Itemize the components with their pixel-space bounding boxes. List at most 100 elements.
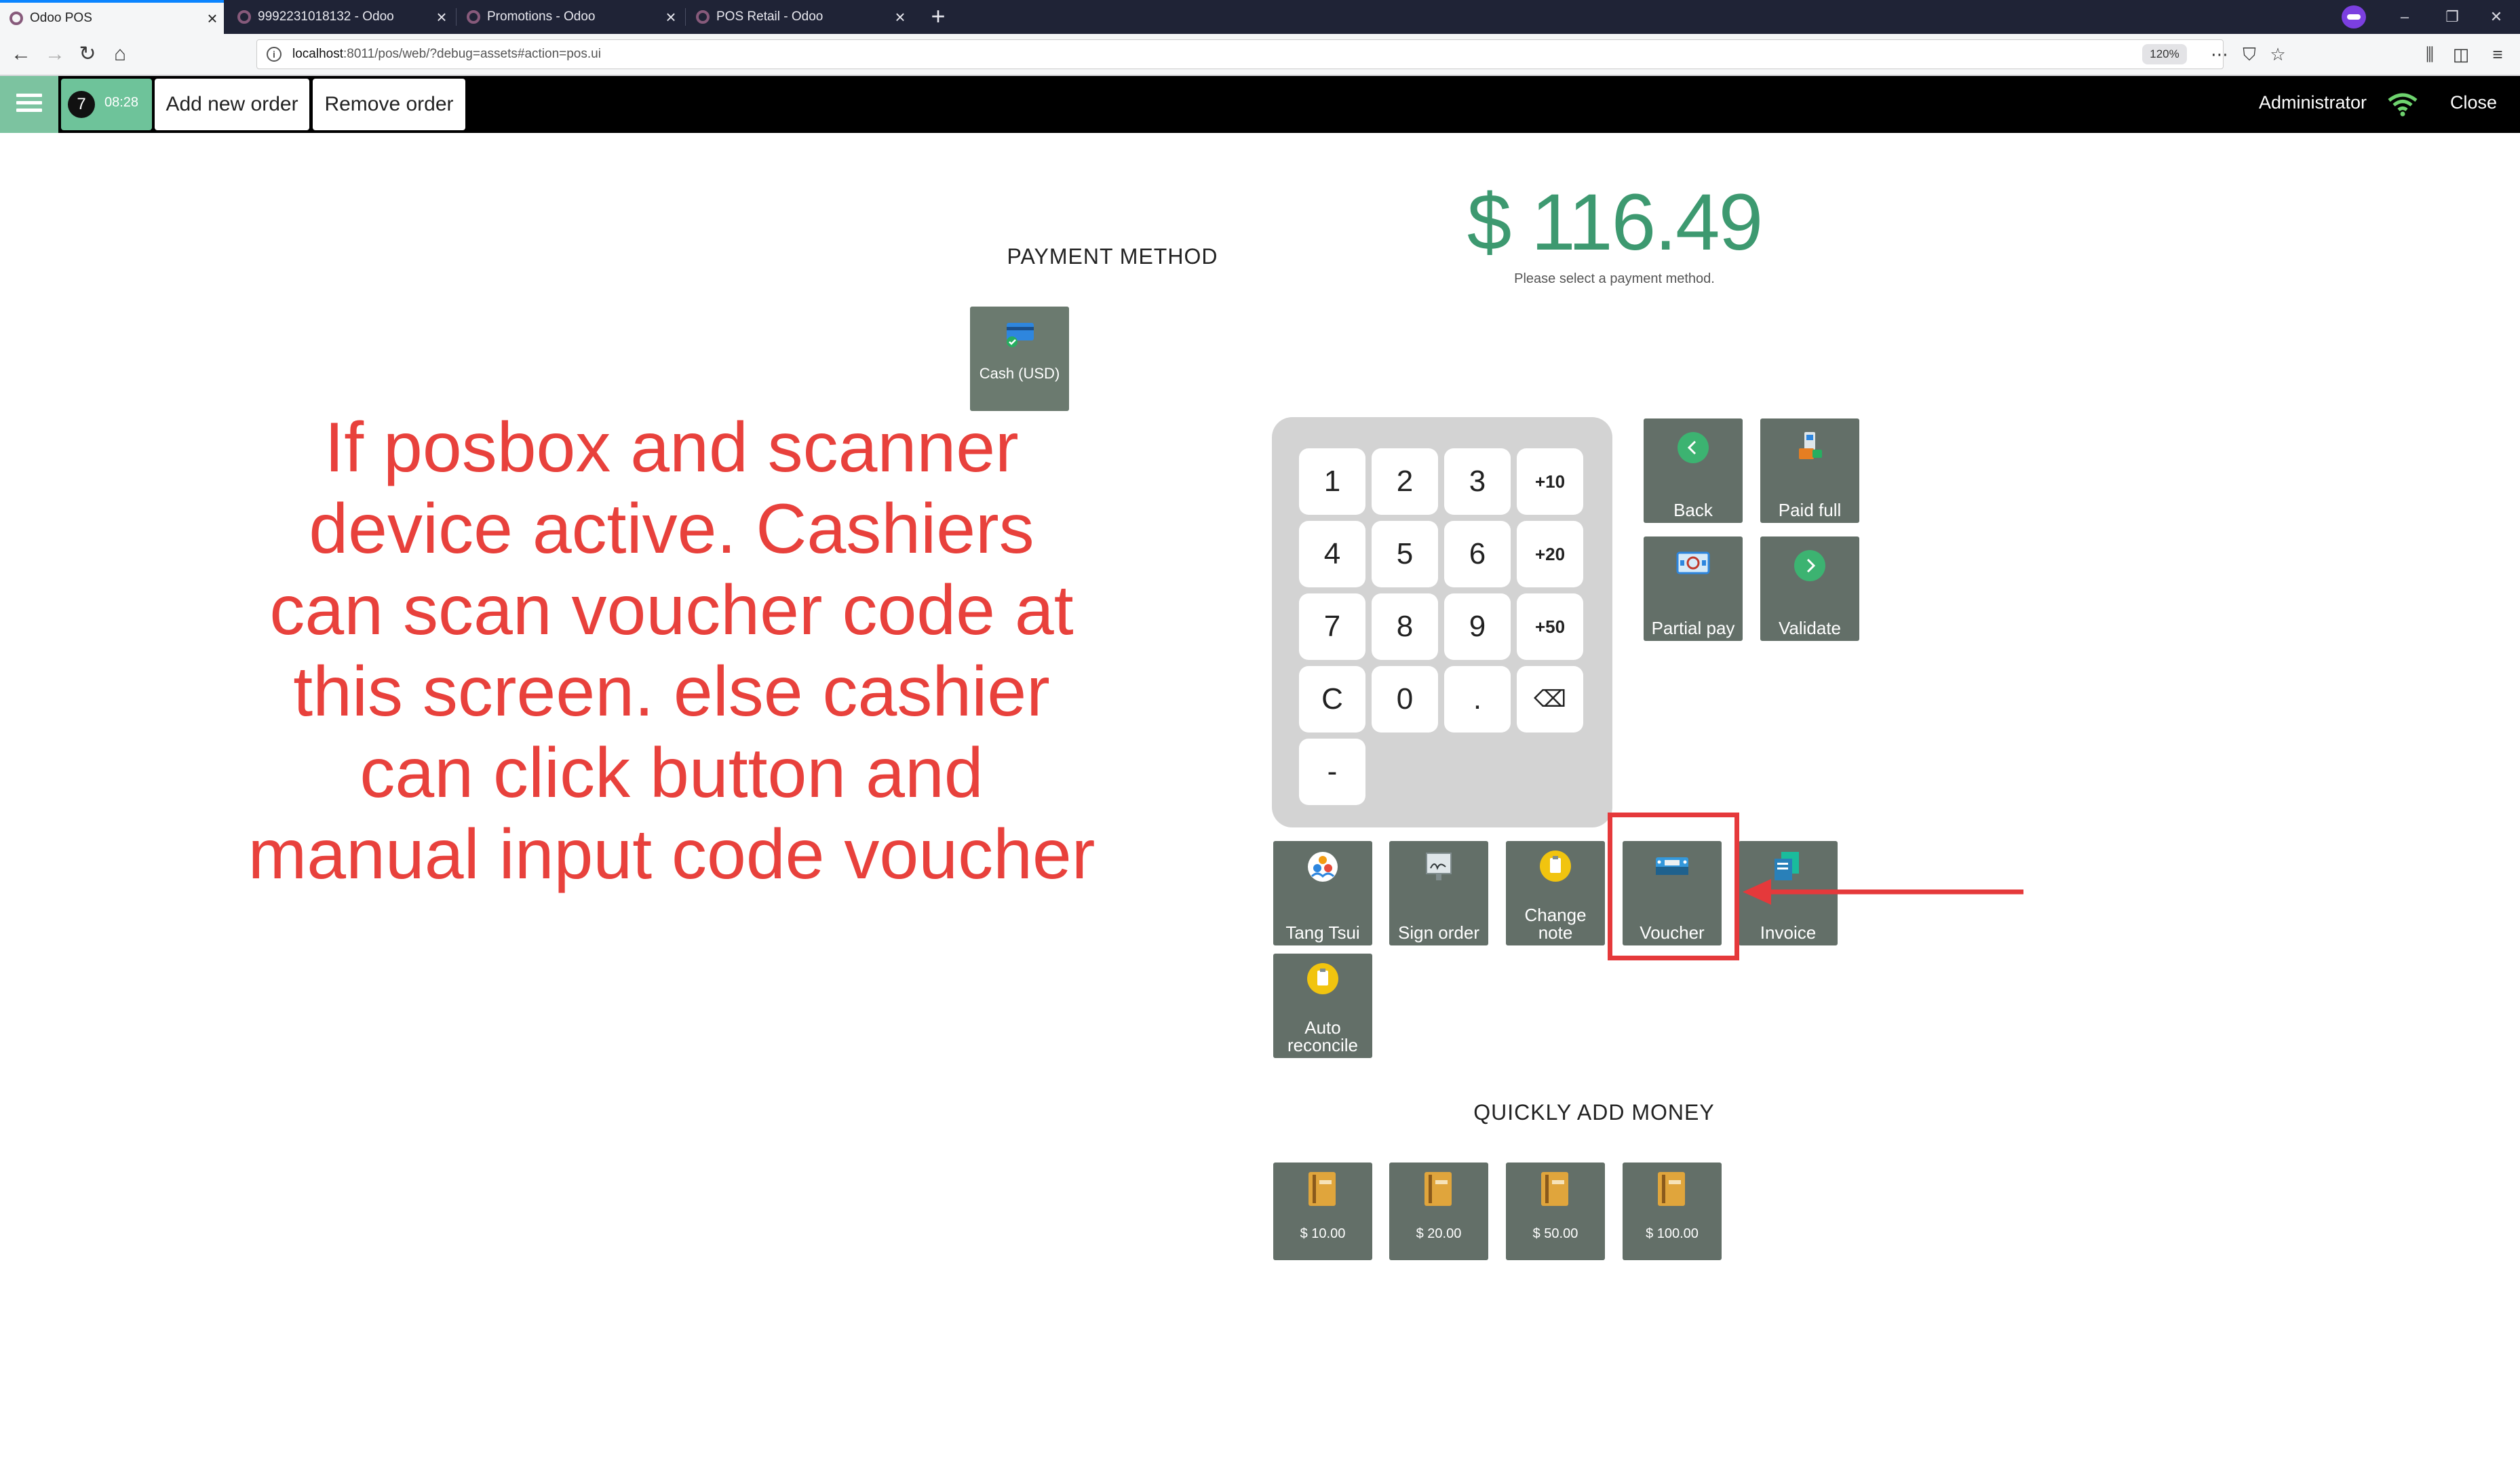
payment-total: $ 116.49 xyxy=(1467,178,1764,267)
cash-usd-payment-button[interactable]: Cash (USD) xyxy=(970,307,1069,411)
browser-tab-odoo-pos[interactable]: Odoo POS × xyxy=(0,0,224,34)
partial-pay-button[interactable]: Partial pay xyxy=(1644,536,1743,641)
odoo-favicon-icon xyxy=(696,10,710,24)
annotation-line: this screen. else cashier xyxy=(293,652,1050,731)
browser-tab-promotions[interactable]: Promotions - Odoo × xyxy=(457,0,682,34)
partial-pay-label: Partial pay xyxy=(1651,618,1735,638)
odoo-favicon-icon xyxy=(9,12,23,25)
pos-header: 7 08:28 Add new order Remove order Admin… xyxy=(0,76,2520,133)
signature-board-icon xyxy=(1426,853,1452,880)
sign-order-button[interactable]: Sign order xyxy=(1389,841,1488,945)
customer-button[interactable]: Tang Tsui xyxy=(1273,841,1372,945)
restore-window-icon[interactable]: ❐ xyxy=(2428,0,2476,34)
close-tab-icon[interactable]: × xyxy=(430,7,453,28)
chevron-left-icon xyxy=(1678,432,1709,463)
annotation-arrow-icon xyxy=(1743,879,2023,905)
customer-name-label: Tang Tsui xyxy=(1285,922,1360,943)
validate-button[interactable]: Validate xyxy=(1760,536,1859,641)
forward-arrow-icon[interactable]: → xyxy=(38,34,72,75)
reload-icon[interactable]: ↻ xyxy=(71,34,104,75)
page-actions-icon[interactable]: ⋯ xyxy=(2205,34,2234,75)
money-book-icon xyxy=(1424,1172,1452,1206)
library-icon[interactable]: ⫼ xyxy=(2415,34,2445,75)
annotation-line: device active. Cashiers xyxy=(309,490,1034,568)
paid-full-button[interactable]: Paid full xyxy=(1760,418,1859,523)
odoo-favicon-icon xyxy=(467,10,480,24)
change-note-label-line2: note xyxy=(1538,922,1573,943)
quick-add-100-button[interactable]: $ 100.00 xyxy=(1623,1163,1722,1260)
zoom-level-badge[interactable]: 120% xyxy=(2142,44,2187,64)
numpad-key-minus[interactable]: - xyxy=(1299,739,1365,805)
pocket-icon[interactable]: ⛉ xyxy=(2234,34,2264,75)
hamburger-menu-icon[interactable]: ≡ xyxy=(2483,34,2513,75)
quick-add-10-button[interactable]: $ 10.00 xyxy=(1273,1163,1372,1260)
sidebar-icon[interactable]: ◫ xyxy=(2446,34,2476,75)
back-arrow-icon[interactable]: ← xyxy=(4,34,38,75)
numpad-key-clear[interactable]: C xyxy=(1299,666,1365,732)
close-pos-button[interactable]: Close xyxy=(2450,92,2497,113)
browser-tab-pos-retail[interactable]: POS Retail - Odoo × xyxy=(686,0,912,34)
tab-separator xyxy=(456,8,457,26)
bookmark-star-icon[interactable]: ☆ xyxy=(2263,34,2293,75)
annotation-line: can click button and xyxy=(360,734,984,813)
pos-menu-button[interactable] xyxy=(0,76,58,133)
numpad-key-1[interactable]: 1 xyxy=(1299,448,1365,515)
numpad-key-9[interactable]: 9 xyxy=(1444,593,1511,660)
numpad-key-3[interactable]: 3 xyxy=(1444,448,1511,515)
browser-tab-product[interactable]: 9992231018132 - Odoo × xyxy=(228,0,453,34)
annotation-line: manual input code voucher xyxy=(248,815,1096,894)
quick-add-amount: $ 100.00 xyxy=(1646,1226,1699,1241)
order-tab[interactable]: 7 08:28 xyxy=(61,79,152,130)
numpad-key-plus20[interactable]: +20 xyxy=(1517,521,1583,587)
numpad-key-8[interactable]: 8 xyxy=(1372,593,1438,660)
money-book-icon xyxy=(1658,1172,1685,1206)
quick-add-amount: $ 10.00 xyxy=(1300,1226,1346,1241)
backspace-icon[interactable]: ⌫ xyxy=(1517,666,1583,732)
numpad-key-decimal[interactable]: . xyxy=(1444,666,1511,732)
money-book-icon xyxy=(1309,1172,1336,1206)
tab-label: Promotions - Odoo xyxy=(487,9,596,24)
back-label: Back xyxy=(1673,500,1713,520)
numpad-key-4[interactable]: 4 xyxy=(1299,521,1365,587)
cash-card-icon xyxy=(1007,323,1034,347)
site-info-icon[interactable]: i xyxy=(267,47,282,62)
close-window-icon[interactable]: ✕ xyxy=(2473,0,2520,34)
wifi-status-icon xyxy=(2388,93,2418,117)
auto-reconcile-button[interactable]: Auto reconcile xyxy=(1273,954,1372,1058)
numpad-key-6[interactable]: 6 xyxy=(1444,521,1511,587)
home-icon[interactable]: ⌂ xyxy=(103,34,137,75)
auto-reconcile-label-line1: Auto xyxy=(1304,1017,1341,1038)
change-note-button[interactable]: Change note xyxy=(1506,841,1605,945)
new-tab-button[interactable]: + xyxy=(921,0,955,34)
money-book-icon xyxy=(1541,1172,1568,1206)
numpad-key-2[interactable]: 2 xyxy=(1372,448,1438,515)
chevron-right-icon xyxy=(1794,550,1825,581)
order-time: 08:28 xyxy=(104,95,139,110)
quick-add-20-button[interactable]: $ 20.00 xyxy=(1389,1163,1488,1260)
user-name[interactable]: Administrator xyxy=(2259,92,2367,113)
numpad-key-5[interactable]: 5 xyxy=(1372,521,1438,587)
close-tab-icon[interactable]: × xyxy=(659,7,682,28)
numpad-key-plus10[interactable]: +10 xyxy=(1517,448,1583,515)
annotation-line: If posbox and scanner xyxy=(324,408,1019,487)
quick-add-50-button[interactable]: $ 50.00 xyxy=(1506,1163,1605,1260)
change-note-label-line1: Change xyxy=(1524,905,1587,925)
annotation-line: can scan voucher code at xyxy=(269,571,1074,650)
back-button[interactable]: Back xyxy=(1644,418,1743,523)
add-new-order-button[interactable]: Add new order xyxy=(155,79,309,130)
close-tab-icon[interactable]: × xyxy=(201,8,224,29)
tab-separator xyxy=(685,8,686,26)
order-number: 7 xyxy=(68,91,95,118)
numpad-key-0[interactable]: 0 xyxy=(1372,666,1438,732)
payment-hint: Please select a payment method. xyxy=(1514,271,1715,286)
payment-method-label: Cash (USD) xyxy=(979,365,1060,382)
numpad-key-plus50[interactable]: +50 xyxy=(1517,593,1583,660)
tab-label: POS Retail - Odoo xyxy=(716,9,823,24)
tab-label: Odoo POS xyxy=(30,11,92,25)
numpad-key-7[interactable]: 7 xyxy=(1299,593,1365,660)
minimize-window-icon[interactable]: – xyxy=(2381,0,2428,34)
remove-order-button[interactable]: Remove order xyxy=(313,79,465,130)
clipboard-note-icon xyxy=(1540,851,1571,882)
address-bar[interactable]: i localhost:8011/pos/web/?debug=assets#a… xyxy=(256,39,2224,69)
close-tab-icon[interactable]: × xyxy=(889,7,912,28)
